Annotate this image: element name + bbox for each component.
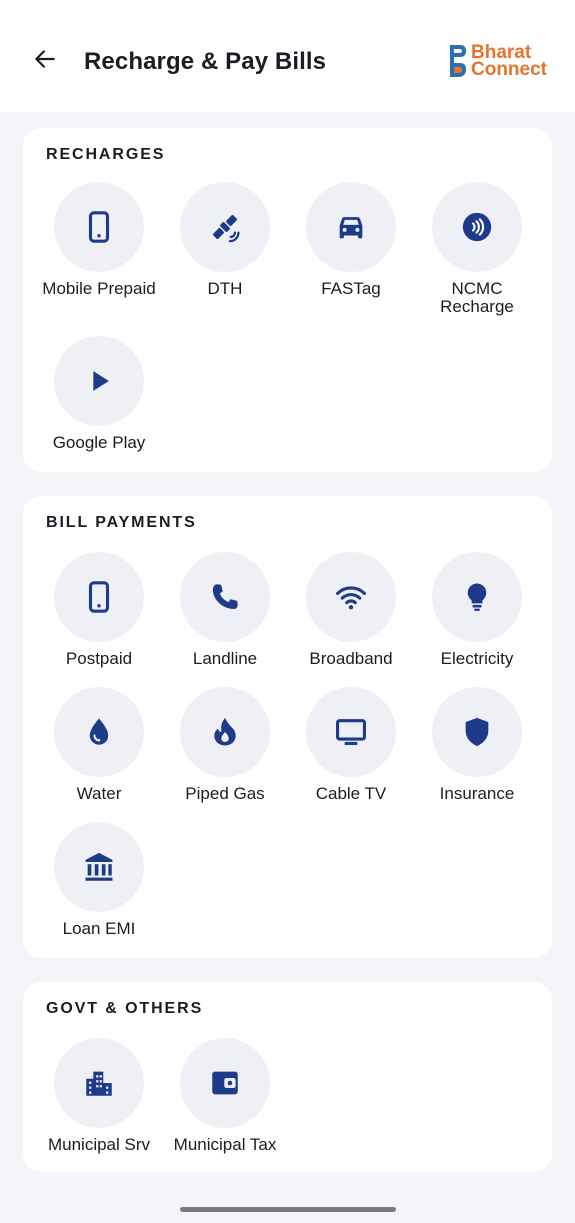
tile-label: Municipal Tax: [173, 1135, 277, 1154]
tile-google-play[interactable]: Google Play: [36, 336, 162, 466]
section-title: GOVT & OTHERS: [46, 1000, 204, 1017]
page-title: Recharge & Pay Bills: [84, 48, 327, 75]
tile-label: Loan EMI: [62, 919, 136, 938]
mobile-icon: [88, 211, 110, 243]
tile-loan-emi[interactable]: Loan EMI: [36, 822, 162, 952]
tile-label: Broadband: [309, 649, 393, 668]
back-button[interactable]: [28, 42, 62, 76]
tile-label: Municipal Srv: [47, 1135, 151, 1154]
phone-icon: [212, 584, 238, 610]
tile-cable-tv[interactable]: Cable TV: [288, 687, 414, 817]
car-icon: [339, 217, 363, 239]
tv-icon: [335, 719, 367, 746]
tile-ncmc-recharge[interactable]: NCMC Recharge: [414, 182, 540, 316]
tile-mobile-prepaid[interactable]: Mobile Prepaid: [36, 182, 162, 312]
home-indicator[interactable]: [180, 1207, 396, 1212]
building-icon: [86, 1071, 112, 1096]
section-title: RECHARGES: [46, 146, 166, 163]
play-icon: [93, 371, 109, 391]
tile-label: Cable TV: [315, 784, 387, 803]
arrow-left-icon: [35, 50, 55, 68]
govt-others-card: GOVT & OTHERS Municipal Srv Municipal Ta…: [23, 982, 552, 1172]
tile-insurance[interactable]: Insurance: [414, 687, 540, 817]
tile-label: Landline: [192, 649, 258, 668]
section-title: BILL PAYMENTS: [46, 514, 197, 531]
flame-icon: [214, 717, 236, 746]
water-drop-icon: [89, 718, 109, 745]
tile-water[interactable]: Water: [36, 687, 162, 817]
recharges-card: RECHARGES Mobile Prepaid DTH FASTag NCMC…: [23, 128, 552, 472]
tile-label: Electricity: [440, 649, 514, 668]
app-header: Recharge & Pay Bills Bharat Connect: [0, 0, 575, 112]
tile-label: Piped Gas: [185, 784, 265, 803]
tile-postpaid[interactable]: Postpaid: [36, 552, 162, 682]
bharat-connect-logo: Bharat Connect: [448, 42, 552, 80]
bill-payments-card: BILL PAYMENTS Postpaid Landline Broadban…: [23, 496, 552, 958]
tile-broadband[interactable]: Broadband: [288, 552, 414, 682]
tile-label: Mobile Prepaid: [42, 279, 156, 298]
tile-fastag[interactable]: FASTag: [288, 182, 414, 312]
tile-electricity[interactable]: Electricity: [414, 552, 540, 682]
brand-line-2: Connect: [471, 59, 547, 80]
bank-icon: [85, 852, 113, 881]
contactless-icon: [462, 212, 492, 242]
tile-label: FASTag: [321, 279, 381, 298]
bharat-connect-mark-icon: [450, 45, 466, 77]
tile-label: Water: [76, 784, 122, 803]
wifi-icon: [335, 586, 367, 610]
tile-dth[interactable]: DTH: [162, 182, 288, 312]
tile-label: Insurance: [439, 784, 515, 803]
tile-label: DTH: [207, 279, 243, 298]
tile-piped-gas[interactable]: Piped Gas: [162, 687, 288, 817]
tile-municipal-tax[interactable]: Municipal Tax: [162, 1038, 288, 1168]
tile-label: Postpaid: [65, 649, 133, 668]
mobile-icon: [88, 581, 110, 613]
shield-icon: [465, 717, 489, 747]
tile-municipal-srv[interactable]: Municipal Srv: [36, 1038, 162, 1168]
tile-landline[interactable]: Landline: [162, 552, 288, 682]
bulb-icon: [467, 583, 487, 611]
satellite-icon: [212, 214, 240, 243]
tile-label: NCMC Recharge: [440, 279, 514, 316]
tile-label: Google Play: [52, 433, 146, 452]
wallet-icon: [212, 1071, 238, 1095]
